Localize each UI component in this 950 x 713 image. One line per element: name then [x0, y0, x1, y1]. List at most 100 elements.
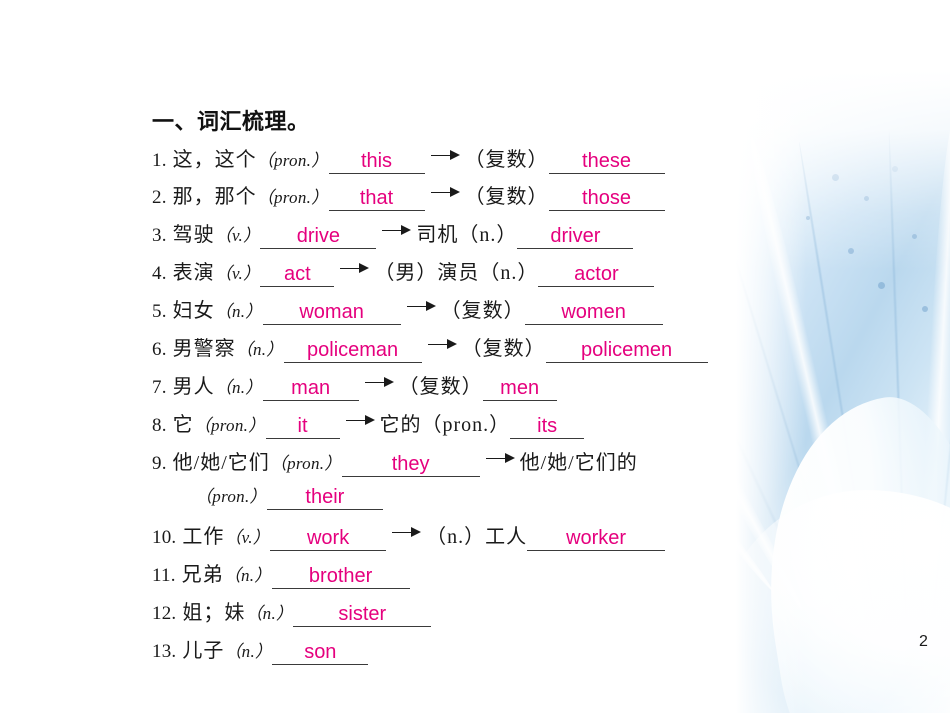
item-part-of-speech: （n.） — [245, 604, 294, 623]
item-target-part-of-speech: （pron.） — [195, 487, 267, 506]
vocab-row: 3. 驾驶 （v.） drive 司机（n.） driver — [152, 218, 634, 250]
vocab-row: 6. 男警察 （n.） policeman （复数） policemen — [152, 332, 708, 364]
item-number: 12. — [152, 603, 177, 624]
vocab-row: 8. 它 （pron.） it 它的（pron.） its — [152, 408, 585, 440]
answer-blank-2[interactable]: these — [548, 150, 665, 175]
item-chinese: 那，那个 — [172, 186, 257, 208]
vocab-row: 5. 妇女 （n.） woman （复数） women — [152, 294, 663, 326]
vocab-row-continuation: （pron.） their — [195, 482, 383, 511]
item-chinese: 他/她/它们 — [172, 452, 270, 474]
item-part-of-speech: （pron.） — [256, 151, 329, 170]
item-chinese: 它 — [172, 414, 194, 436]
item-number: 9. — [152, 453, 167, 474]
page-title: 一、词汇梳理。 — [152, 109, 310, 134]
item-target-label: （男）演员（n.） — [374, 262, 539, 284]
item-number: 8. — [152, 415, 167, 436]
vocab-row: 2. 那，那个 （pron.） that （复数） those — [152, 180, 665, 212]
item-number: 2. — [152, 187, 167, 208]
item-target-label: （复数） — [464, 186, 549, 208]
arrow-icon — [485, 453, 516, 465]
item-chinese: 男人 — [172, 376, 215, 398]
item-chinese: 表演 — [172, 262, 215, 284]
arrow-icon — [364, 377, 395, 389]
item-number: 13. — [152, 641, 177, 662]
item-target-label: （n.）工人 — [426, 526, 528, 548]
vocab-row: 9. 他/她/它们 （pron.） they 他/她/它们的 — [152, 446, 638, 478]
item-part-of-speech: （v.） — [214, 226, 261, 245]
item-chinese: 妇女 — [172, 300, 215, 322]
answer-blank-1[interactable]: sister — [293, 603, 432, 628]
arrow-icon — [340, 263, 370, 275]
item-chinese: 儿子 — [182, 640, 225, 662]
answer-blank-2[interactable]: men — [482, 377, 557, 402]
item-part-of-speech: （v.） — [224, 528, 271, 547]
answer-blank-2[interactable]: those — [548, 187, 665, 212]
answer-blank-1[interactable]: son — [272, 641, 369, 666]
answer-blank-1[interactable]: brother — [271, 565, 410, 590]
item-chinese: 驾驶 — [172, 224, 215, 246]
item-target-label: 他/她/它们的 — [519, 452, 638, 474]
vocab-row: 7. 男人 （n.） man （复数） men — [152, 370, 557, 402]
item-number: 1. — [152, 150, 167, 171]
item-part-of-speech: （n.） — [224, 642, 273, 661]
item-number: 4. — [152, 263, 167, 284]
vocab-row: 13. 儿子 （n.） son — [152, 634, 369, 666]
page-number: 2 — [919, 633, 928, 650]
item-target-label: （复数） — [398, 376, 483, 398]
arrow-icon — [392, 527, 422, 539]
answer-blank-1[interactable]: man — [262, 377, 359, 402]
item-part-of-speech: （pron.） — [256, 188, 329, 207]
item-part-of-speech: （n.） — [214, 378, 263, 397]
arrow-icon — [430, 187, 461, 199]
item-target-label: （复数） — [461, 338, 546, 360]
item-chinese: 这，这个 — [172, 149, 257, 171]
slide-content: 一、词汇梳理。 1. 这，这个 （pron.） this （复数） these … — [0, 0, 950, 713]
item-chinese: 男警察 — [172, 338, 236, 360]
answer-blank-1[interactable]: it — [265, 415, 340, 440]
arrow-icon — [430, 150, 461, 162]
answer-blank-2[interactable]: their — [266, 486, 383, 511]
item-target-label: （复数） — [440, 300, 525, 322]
answer-blank-2[interactable]: its — [510, 415, 585, 440]
item-part-of-speech: （n.） — [223, 566, 272, 585]
item-chinese: 兄弟 — [181, 564, 224, 586]
item-chinese: 工作 — [182, 526, 225, 548]
answer-blank-1[interactable]: act — [260, 263, 335, 288]
item-number: 10. — [152, 527, 177, 548]
answer-blank-1[interactable]: drive — [260, 225, 377, 250]
answer-blank-2[interactable]: women — [524, 301, 663, 326]
item-number: 7. — [152, 377, 167, 398]
arrow-icon — [406, 301, 437, 313]
arrow-icon — [382, 225, 412, 237]
answer-blank-1[interactable]: that — [328, 187, 425, 212]
answer-blank-1[interactable]: woman — [262, 301, 401, 326]
answer-blank-2[interactable]: worker — [527, 527, 666, 552]
answer-blank-2[interactable]: driver — [517, 225, 634, 250]
item-target-label: （复数） — [464, 149, 549, 171]
item-number: 11. — [152, 565, 176, 586]
item-chinese: 姐；妹 — [182, 602, 246, 624]
item-part-of-speech: （n.） — [235, 340, 284, 359]
answer-blank-1[interactable]: work — [270, 527, 387, 552]
vocab-row: 1. 这，这个 （pron.） this （复数） these — [152, 143, 665, 175]
vocab-row: 4. 表演 （v.） act （男）演员（n.） actor — [152, 256, 655, 288]
vocab-row: 10. 工作 （v.） work （n.）工人 worker — [152, 520, 666, 552]
item-target-label: 司机（n.） — [416, 224, 518, 246]
item-number: 5. — [152, 301, 167, 322]
item-part-of-speech: （pron.） — [269, 454, 342, 473]
answer-blank-1[interactable]: policeman — [283, 339, 422, 364]
answer-blank-1[interactable]: they — [341, 453, 480, 478]
answer-blank-2[interactable]: policemen — [545, 339, 708, 364]
item-number: 3. — [152, 225, 167, 246]
arrow-icon — [427, 339, 458, 351]
answer-blank-1[interactable]: this — [328, 150, 425, 175]
arrow-icon — [345, 415, 376, 427]
vocab-row: 11. 兄弟 （n.） brother — [152, 558, 410, 590]
slide-canvas: 一、词汇梳理。 1. 这，这个 （pron.） this （复数） these … — [0, 0, 950, 713]
item-part-of-speech: （pron.） — [193, 416, 266, 435]
vocab-row: 12. 姐；妹 （n.） sister — [152, 596, 432, 628]
item-part-of-speech: （n.） — [214, 302, 263, 321]
answer-blank-2[interactable]: actor — [538, 263, 655, 288]
item-target-label: 它的（pron.） — [379, 414, 511, 436]
item-part-of-speech: （v.） — [214, 264, 261, 283]
